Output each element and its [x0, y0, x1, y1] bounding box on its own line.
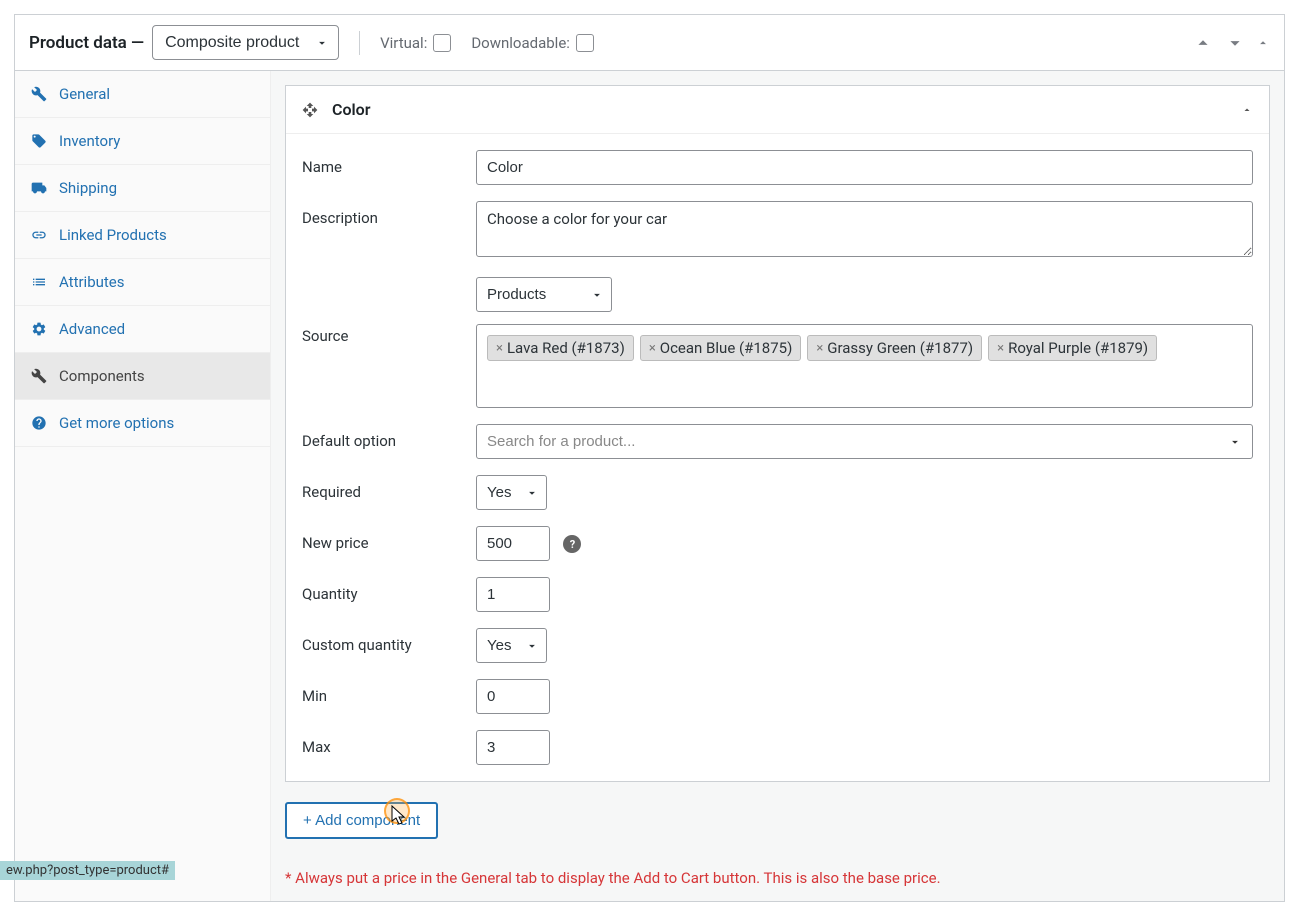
panel-header: Product data — Composite product Virtual…	[15, 15, 1284, 71]
min-label: Min	[302, 679, 476, 705]
product-type-select[interactable]: Composite product	[152, 25, 339, 60]
max-input[interactable]	[476, 730, 550, 765]
remove-tag-icon[interactable]: ×	[649, 341, 656, 356]
move-icon[interactable]	[302, 102, 318, 118]
tab-label: Components	[59, 367, 145, 385]
default-option-input[interactable]	[487, 433, 1228, 450]
downloadable-checkbox-group[interactable]: Downloadable:	[471, 34, 594, 52]
virtual-checkbox[interactable]	[433, 34, 451, 52]
required-label: Required	[302, 475, 476, 501]
virtual-checkbox-group[interactable]: Virtual:	[380, 34, 451, 52]
component-header[interactable]: Color	[286, 86, 1269, 134]
wrench-icon	[31, 86, 47, 102]
panel-title: Product data —	[29, 33, 144, 53]
tab-label: Inventory	[59, 132, 120, 150]
source-label: Source	[302, 277, 476, 345]
description-textarea[interactable]: Choose a color for your car	[476, 201, 1253, 257]
tab-label: Attributes	[59, 273, 125, 291]
source-products-container[interactable]: ×Lava Red (#1873) ×Ocean Blue (#1875) ×G…	[476, 324, 1253, 408]
tab-inventory[interactable]: Inventory	[15, 118, 270, 165]
product-tag[interactable]: ×Ocean Blue (#1875)	[640, 335, 802, 361]
remove-tag-icon[interactable]: ×	[997, 341, 1004, 356]
wrench-icon	[31, 368, 47, 384]
tab-get-more-options[interactable]: Get more options	[15, 400, 270, 447]
list-icon	[31, 274, 47, 290]
downloadable-checkbox[interactable]	[576, 34, 594, 52]
description-label: Description	[302, 201, 476, 227]
tab-label: Advanced	[59, 320, 125, 338]
product-tag[interactable]: ×Lava Red (#1873)	[487, 335, 634, 361]
tag-icon	[31, 133, 47, 149]
source-type-select[interactable]: Products	[476, 277, 612, 312]
quantity-label: Quantity	[302, 577, 476, 603]
main-content: Color Name Description Cho	[271, 71, 1284, 901]
required-select[interactable]: Yes	[476, 475, 547, 510]
move-up-icon[interactable]	[1192, 32, 1214, 54]
tab-shipping[interactable]: Shipping	[15, 165, 270, 212]
custom-quantity-label: Custom quantity	[302, 628, 476, 654]
quantity-input[interactable]	[476, 577, 550, 612]
product-tag[interactable]: ×Grassy Green (#1877)	[807, 335, 982, 361]
divider	[359, 31, 360, 55]
collapse-panel-icon[interactable]	[1256, 36, 1270, 50]
tabs-sidebar: General Inventory Shipping Linked Produc…	[15, 71, 271, 901]
tab-linked-products[interactable]: Linked Products	[15, 212, 270, 259]
min-input[interactable]	[476, 679, 550, 714]
price-note: * Always put a price in the General tab …	[285, 869, 1270, 887]
remove-tag-icon[interactable]: ×	[816, 341, 823, 356]
rocket-icon	[31, 415, 47, 431]
new-price-label: New price	[302, 526, 476, 552]
custom-quantity-select[interactable]: Yes	[476, 628, 547, 663]
max-label: Max	[302, 730, 476, 756]
help-icon[interactable]: ?	[563, 535, 581, 553]
collapse-icon[interactable]	[1241, 104, 1253, 116]
product-tag[interactable]: ×Royal Purple (#1879)	[988, 335, 1157, 361]
tab-attributes[interactable]: Attributes	[15, 259, 270, 306]
status-bar: ew.php?post_type=product#	[0, 861, 175, 880]
name-input[interactable]	[476, 150, 1253, 185]
default-option-label: Default option	[302, 424, 476, 450]
gear-icon	[31, 321, 47, 337]
component-title: Color	[332, 100, 1241, 119]
tab-general[interactable]: General	[15, 71, 270, 118]
tab-label: Shipping	[59, 179, 117, 197]
tab-label: General	[59, 85, 110, 103]
remove-tag-icon[interactable]: ×	[496, 341, 503, 356]
link-icon	[31, 227, 47, 243]
name-label: Name	[302, 150, 476, 176]
new-price-input[interactable]	[476, 526, 550, 561]
tab-components[interactable]: Components	[15, 353, 270, 400]
chevron-down-icon	[1228, 435, 1242, 449]
tab-label: Get more options	[59, 414, 174, 432]
tab-label: Linked Products	[59, 226, 167, 244]
tab-advanced[interactable]: Advanced	[15, 306, 270, 353]
truck-icon	[31, 180, 47, 196]
move-down-icon[interactable]	[1224, 32, 1246, 54]
component-card: Color Name Description Cho	[285, 85, 1270, 782]
virtual-label: Virtual:	[380, 34, 427, 52]
add-component-button[interactable]: + Add component	[285, 802, 438, 839]
downloadable-label: Downloadable:	[471, 34, 570, 52]
default-option-select[interactable]	[476, 424, 1253, 459]
